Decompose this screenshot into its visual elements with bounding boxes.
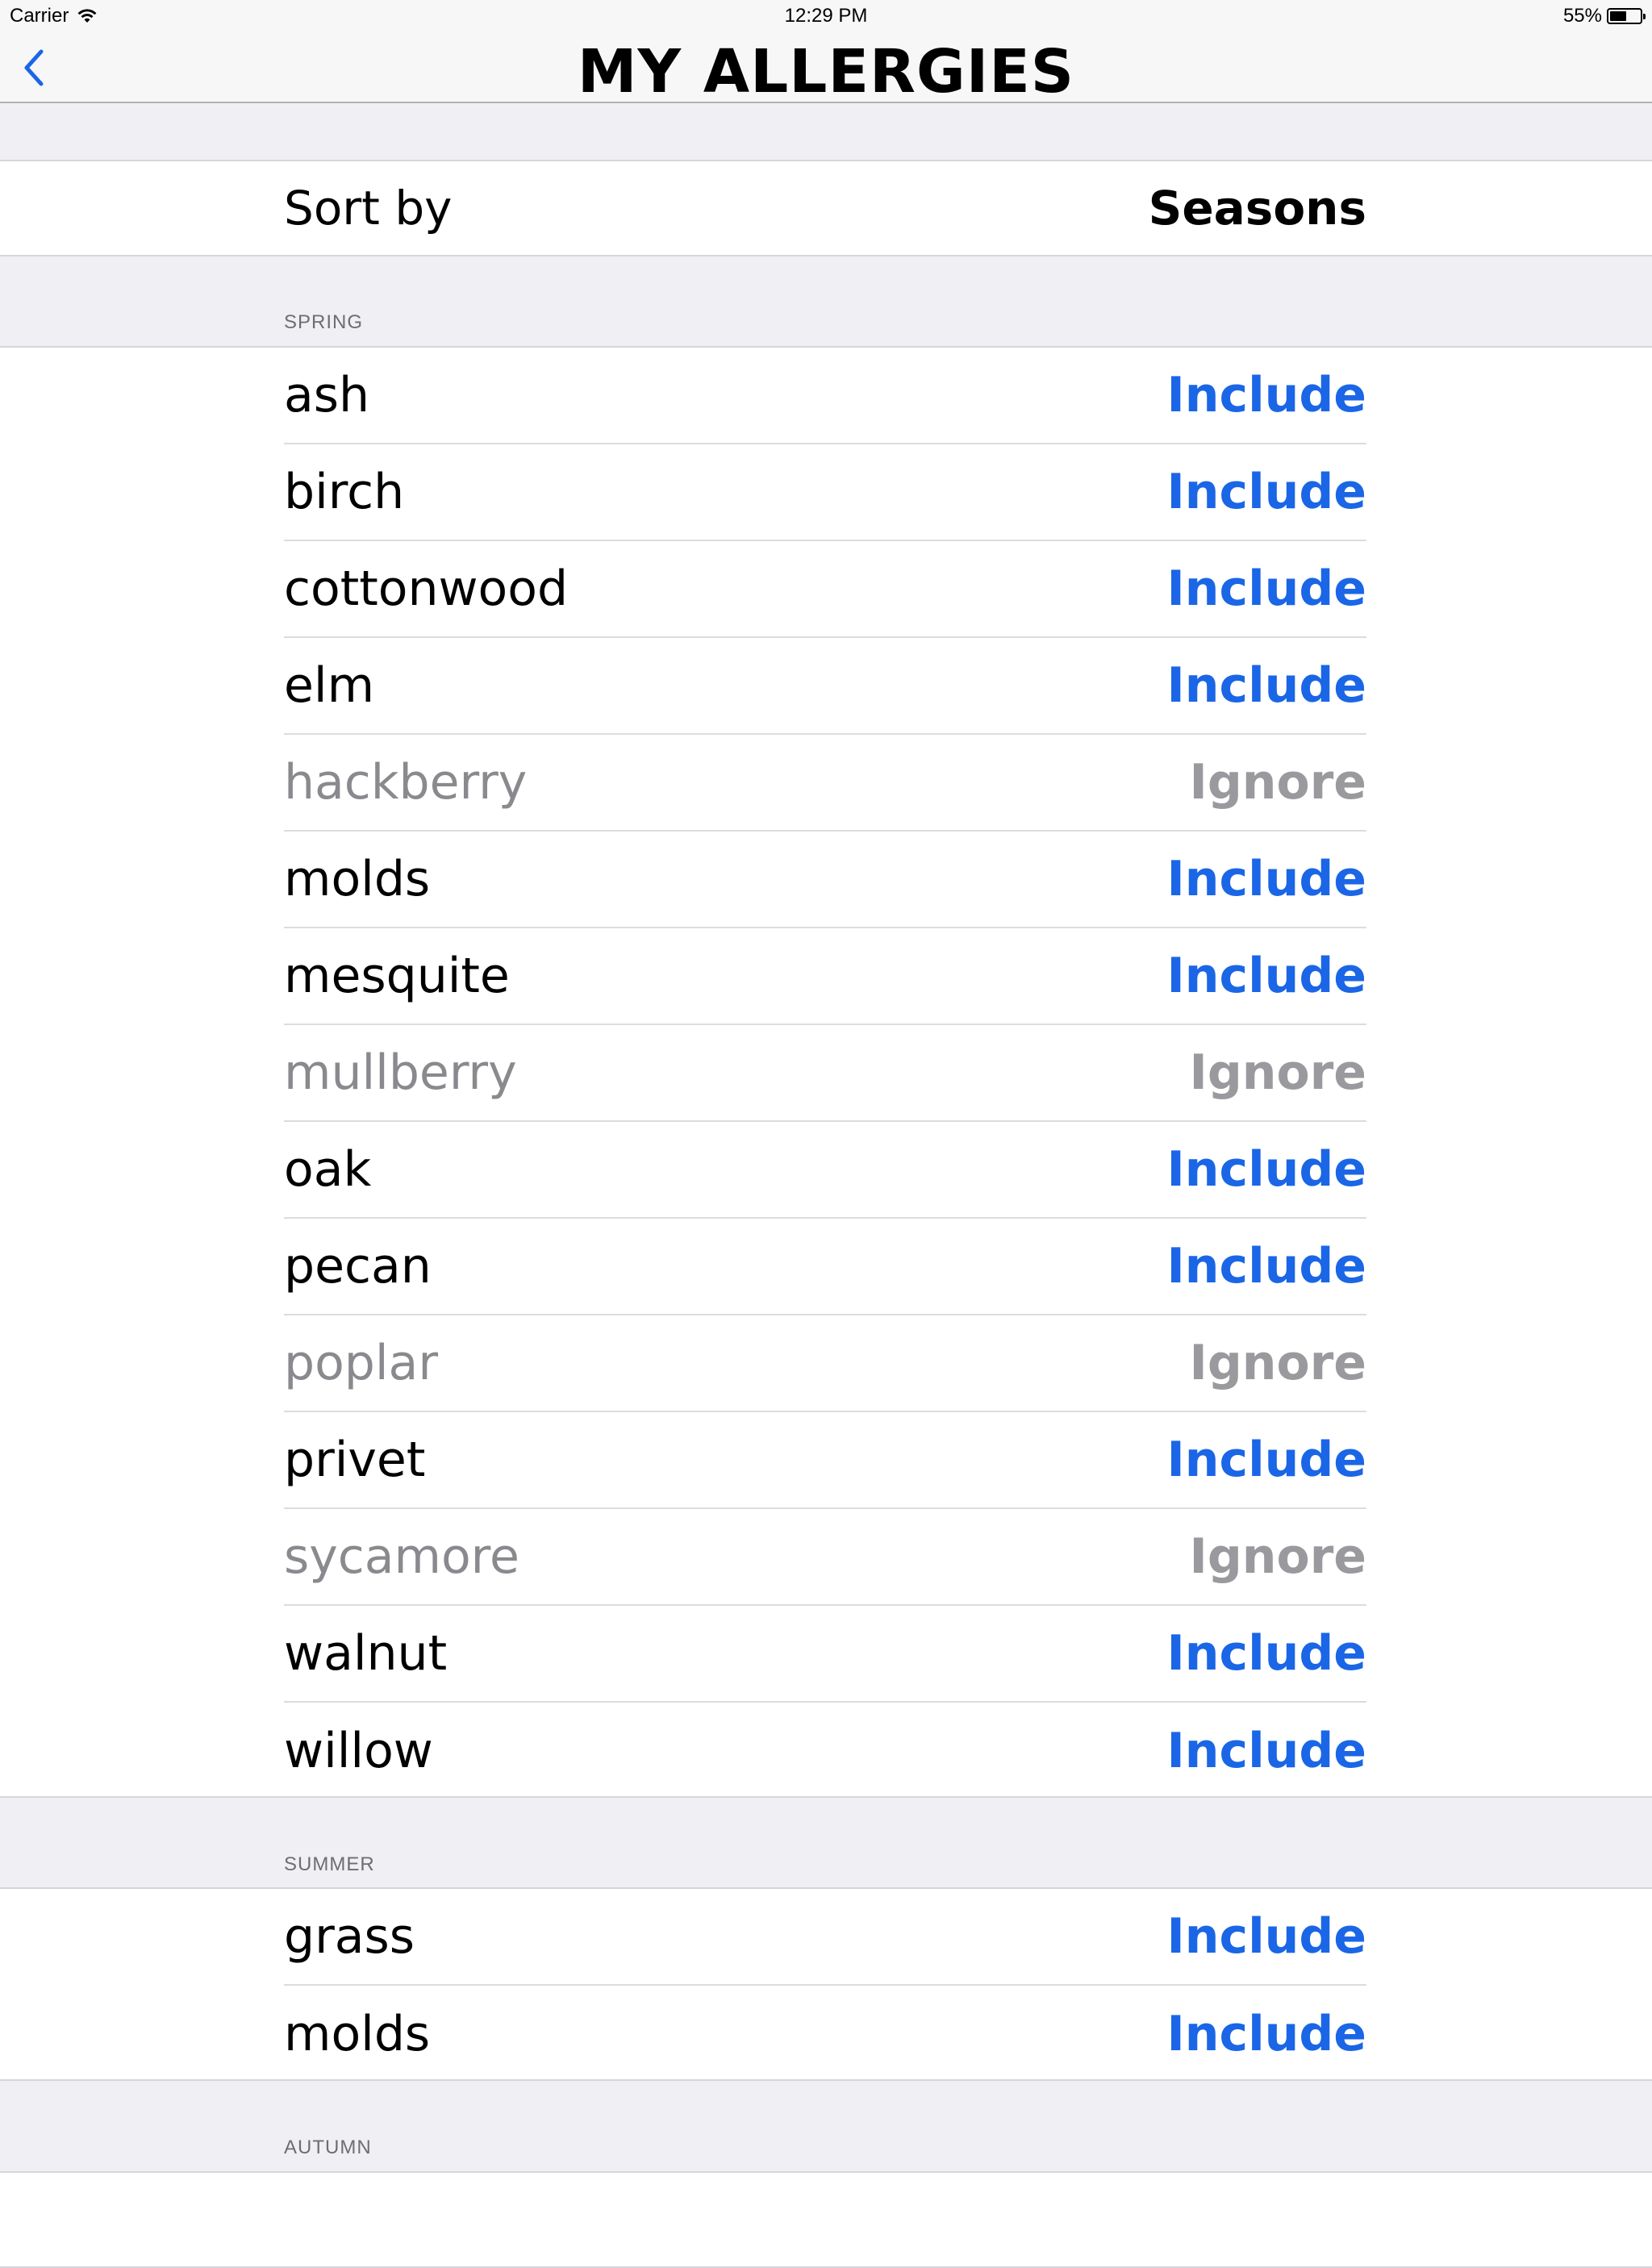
sort-by-value: Seasons: [1148, 181, 1366, 236]
battery-icon: [1607, 8, 1646, 24]
section-header-autumn: AUTUMN: [284, 2137, 372, 2158]
battery-fill: [1610, 11, 1626, 21]
allergen-status-toggle[interactable]: Include: [1166, 851, 1366, 907]
allergen-row[interactable]: hackberry Ignore: [284, 735, 1366, 832]
status-bar: Carrier 12:29 PM 55%: [0, 0, 1652, 32]
status-time: 12:29 PM: [784, 5, 868, 27]
allergen-name: ash: [284, 367, 370, 423]
allergen-status-toggle[interactable]: Ignore: [1190, 1528, 1367, 1585]
allergen-name: sycamore: [284, 1528, 519, 1585]
battery-indicator: 55%: [1562, 5, 1646, 27]
allergen-status-toggle[interactable]: Include: [1166, 1238, 1366, 1295]
allergen-row[interactable]: willow Include: [284, 1703, 1366, 1799]
allergen-name: privet: [284, 1432, 426, 1488]
allergen-status-toggle[interactable]: Include: [1166, 1723, 1366, 1779]
allergen-name: willow: [284, 1723, 433, 1779]
allergen-row[interactable]: birch Include: [284, 444, 1366, 541]
allergen-row[interactable]: molds Include: [284, 832, 1366, 928]
allergen-status-toggle[interactable]: Include: [1166, 464, 1366, 520]
allergen-name: hackberry: [284, 754, 528, 811]
sort-group: Sort by Seasons: [0, 160, 1652, 256]
allergen-row[interactable]: sycamore Ignore: [284, 1509, 1366, 1606]
allergen-name: poplar: [284, 1335, 438, 1391]
allergen-name: mullberry: [284, 1044, 517, 1101]
allergen-status-toggle[interactable]: Include: [1166, 561, 1366, 617]
allergen-status-toggle[interactable]: Include: [1166, 367, 1366, 423]
allergen-row[interactable]: privet Include: [284, 1412, 1366, 1509]
allergen-row[interactable]: pecan Include: [284, 1219, 1366, 1315]
allergen-status-toggle[interactable]: Ignore: [1190, 1335, 1367, 1391]
navigation-bar: MY ALLERGIES: [0, 32, 1652, 103]
allergen-name: elm: [284, 657, 375, 714]
allergen-row[interactable]: mullberry Ignore: [284, 1025, 1366, 1122]
allergen-status-toggle[interactable]: Include: [1166, 1625, 1366, 1682]
allergen-row[interactable]: oak Include: [284, 1122, 1366, 1219]
allergen-status-toggle[interactable]: Ignore: [1190, 754, 1367, 811]
allergen-name: pecan: [284, 1238, 432, 1295]
section-autumn: [0, 2171, 1652, 2268]
allergen-status-toggle[interactable]: Include: [1166, 1432, 1366, 1488]
allergen-status-toggle[interactable]: Include: [1166, 2006, 1366, 2062]
allergen-row[interactable]: mesquite Include: [284, 928, 1366, 1025]
allergen-name: oak: [284, 1141, 372, 1198]
allergen-row[interactable]: grass Include: [284, 1889, 1366, 1986]
section-header-summer: SUMMER: [284, 1853, 375, 1875]
allergen-name: walnut: [284, 1625, 448, 1682]
section-header-spring: SPRING: [284, 311, 364, 333]
allergen-row[interactable]: molds Include: [284, 1986, 1366, 2082]
allergen-name: molds: [284, 851, 431, 907]
allergen-name: grass: [284, 1908, 415, 1965]
allergen-status-toggle[interactable]: Include: [1166, 657, 1366, 714]
sort-by-row[interactable]: Sort by Seasons: [284, 161, 1366, 255]
allergen-status-toggle[interactable]: Include: [1166, 1908, 1366, 1965]
allergen-row[interactable]: cottonwood Include: [284, 541, 1366, 638]
sort-by-label: Sort by: [284, 181, 453, 236]
allergen-name: cottonwood: [284, 561, 569, 617]
allergen-name: mesquite: [284, 948, 510, 1004]
page-title: MY ALLERGIES: [577, 37, 1075, 106]
allergen-row[interactable]: walnut Include: [284, 1606, 1366, 1703]
allergen-row[interactable]: poplar Ignore: [284, 1315, 1366, 1412]
allergen-row[interactable]: elm Include: [284, 638, 1366, 735]
allergen-name: birch: [284, 464, 405, 520]
allergen-status-toggle[interactable]: Ignore: [1190, 1044, 1367, 1101]
allergen-status-toggle[interactable]: Include: [1166, 948, 1366, 1004]
allergen-name: molds: [284, 2006, 431, 2062]
allergen-status-toggle[interactable]: Include: [1166, 1141, 1366, 1198]
battery-percentage: 55%: [1562, 5, 1602, 27]
allergen-row[interactable]: ash Include: [284, 348, 1366, 444]
